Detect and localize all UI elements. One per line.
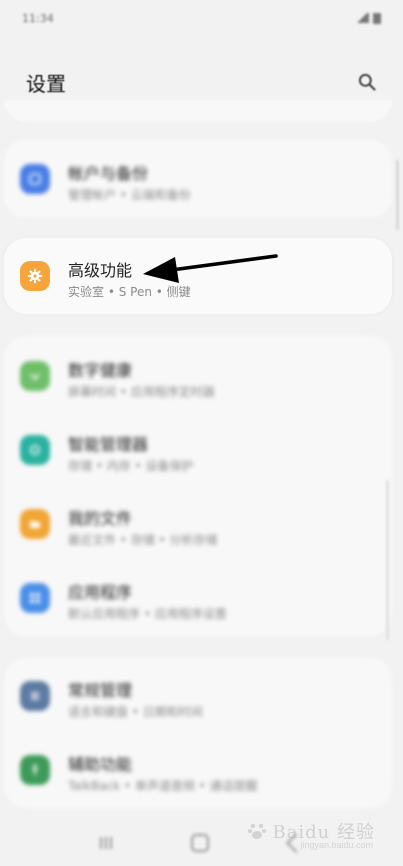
previous-group-card bbox=[4, 100, 392, 122]
home-button[interactable] bbox=[191, 834, 210, 852]
item-subtitle: 管理帐户 • 云端和备份 bbox=[68, 188, 191, 202]
digital-wellbeing-icon bbox=[20, 361, 50, 391]
item-title: 辅助功能 bbox=[68, 755, 133, 774]
item-title: 智能管理器 bbox=[68, 435, 149, 454]
settings-item-device-care[interactable]: 智能管理器 存储 • 内存 • 设备保护 bbox=[4, 416, 392, 484]
battery-icon bbox=[373, 12, 381, 24]
watermark-url: jingyan.baidu.com bbox=[300, 840, 373, 850]
settings-item-accessibility[interactable]: 辅助功能 TalkBack • 单声道音频 • 通话提醒 bbox=[4, 736, 392, 804]
settings-item-digital-wellbeing[interactable]: 数字健康 屏幕时间 • 应用程序定时器 bbox=[4, 342, 392, 410]
edge-handle[interactable] bbox=[396, 160, 399, 230]
status-bar: 11:34 bbox=[0, 0, 403, 36]
apps-group-card: 数字健康 屏幕时间 • 应用程序定时器 智能管理器 存储 • 内存 • 设备保护… bbox=[4, 336, 392, 636]
search-button[interactable] bbox=[355, 70, 379, 94]
item-title: 应用程序 bbox=[68, 583, 133, 602]
settings-item-my-files[interactable]: 我的文件 最近文件 • 存储 • 分析存储 bbox=[4, 490, 392, 558]
baidu-watermark: Baidu 经验 jingyan.baidu.com bbox=[246, 818, 375, 850]
search-icon bbox=[358, 73, 376, 91]
device-care-icon bbox=[20, 435, 50, 465]
apps-grid-icon bbox=[20, 583, 50, 613]
cloud-sync-icon bbox=[20, 164, 50, 194]
item-title: 常规管理 bbox=[68, 681, 133, 700]
general-management-icon bbox=[20, 681, 50, 711]
item-title: 帐户与备份 bbox=[68, 164, 149, 183]
system-group-card: 常规管理 语言和键盘 • 日期和时间 辅助功能 TalkBack • 单声道音频… bbox=[4, 658, 392, 808]
scrollbar[interactable] bbox=[386, 480, 389, 640]
settings-item-advanced-features[interactable]: 高级功能 实验室 • S Pen • 侧键 bbox=[4, 242, 392, 310]
item-subtitle: 默认应用程序 • 应用程序设置 bbox=[68, 607, 227, 621]
settings-item-apps[interactable]: 应用程序 默认应用程序 • 应用程序设置 bbox=[4, 564, 392, 632]
page-title: 设置 bbox=[26, 71, 66, 96]
advanced-gear-icon bbox=[20, 261, 50, 291]
advanced-features-card: 高级功能 实验室 • S Pen • 侧键 bbox=[4, 238, 392, 314]
item-subtitle: 屏幕时间 • 应用程序定时器 bbox=[68, 385, 215, 399]
paw-logo-icon bbox=[248, 823, 267, 839]
signal-icon bbox=[355, 13, 369, 23]
item-subtitle: 存储 • 内存 • 设备保护 bbox=[68, 459, 194, 473]
item-title: 高级功能 bbox=[68, 261, 133, 280]
status-time: 11:34 bbox=[22, 11, 54, 25]
item-subtitle: 语言和键盘 • 日期和时间 bbox=[68, 705, 203, 719]
item-title: 数字健康 bbox=[68, 361, 133, 380]
folder-icon bbox=[20, 509, 50, 539]
accessibility-icon bbox=[20, 755, 50, 785]
item-subtitle: 最近文件 • 存储 • 分析存储 bbox=[68, 533, 218, 547]
recent-apps-button[interactable] bbox=[99, 837, 112, 849]
item-subtitle: 实验室 • S Pen • 侧键 bbox=[68, 285, 191, 299]
header: 设置 bbox=[0, 58, 403, 106]
settings-item-general-management[interactable]: 常规管理 语言和键盘 • 日期和时间 bbox=[4, 662, 392, 730]
status-icons bbox=[355, 12, 381, 24]
accounts-card: 帐户与备份 管理帐户 • 云端和备份 bbox=[4, 140, 392, 218]
item-subtitle: TalkBack • 单声道音频 • 通话提醒 bbox=[68, 779, 258, 793]
item-title: 我的文件 bbox=[68, 509, 133, 528]
settings-item-accounts-backup[interactable]: 帐户与备份 管理帐户 • 云端和备份 bbox=[4, 145, 392, 213]
